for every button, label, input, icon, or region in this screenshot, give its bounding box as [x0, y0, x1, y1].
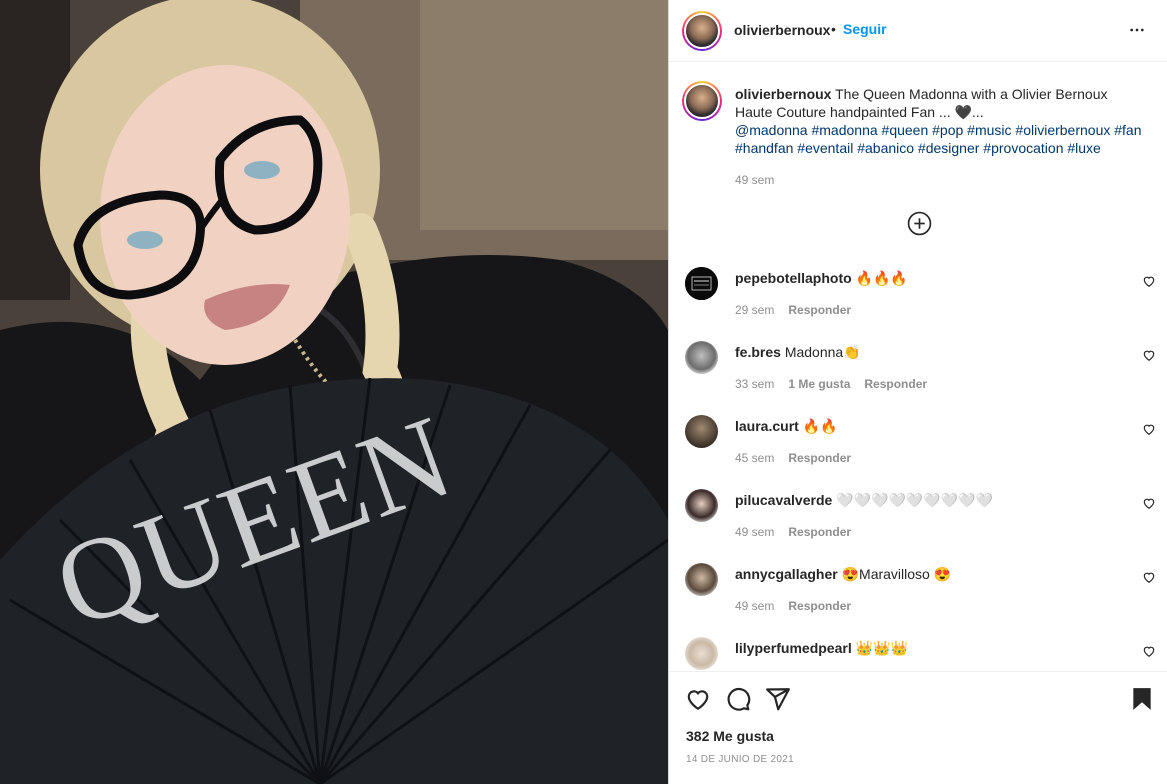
heart-icon[interactable] [1142, 644, 1156, 658]
comment-icon[interactable] [725, 686, 751, 712]
separator-dot: • [831, 21, 836, 37]
heart-icon[interactable] [1142, 348, 1156, 362]
comment-text: pepebotellaphoto 🔥🔥🔥 [735, 269, 1125, 287]
heart-icon[interactable] [1142, 570, 1156, 584]
comment-item: fe.bres Madonna👏 33 sem 1 Me gusta Respo… [669, 341, 1167, 415]
comment-item: pepebotellaphoto 🔥🔥🔥 29 sem Responder [669, 267, 1167, 341]
comment-body: 🔥🔥 [802, 418, 838, 434]
more-options-icon[interactable] [1129, 22, 1145, 39]
caption-text: olivierbernoux The Queen Madonna with a … [735, 85, 1145, 157]
comment-body: Madonna👏 [784, 344, 861, 360]
likes-count[interactable]: 382 Me gusta [686, 728, 774, 744]
comment-text: annycgallagher 😍Maravilloso 😍 [735, 565, 1125, 583]
comment-item: lilyperfumedpearl 👑👑👑 [669, 637, 1167, 671]
comment-time: 45 sem [735, 451, 775, 465]
heart-icon[interactable] [1142, 274, 1156, 288]
author-username[interactable]: olivierbernoux [734, 22, 830, 38]
comment-meta: 45 sem Responder [735, 451, 851, 465]
comment-likes[interactable]: 1 Me gusta [788, 377, 850, 391]
commenter-avatar[interactable] [685, 563, 718, 596]
load-more-comments-icon[interactable] [907, 211, 932, 236]
comment-body: 👑👑👑 [855, 640, 908, 656]
reply-button[interactable]: Responder [788, 525, 851, 539]
post-actions: 382 Me gusta 14 DE JUNIO DE 2021 [669, 671, 1167, 784]
caption-hashtags[interactable]: @madonna #madonna #queen #pop #music #ol… [735, 122, 1142, 156]
comment-body: 😍Maravilloso 😍 [841, 566, 952, 582]
comment-item: pilucavalverde 🤍🤍🤍🤍🤍🤍🤍🤍🤍 49 sem Responde… [669, 489, 1167, 563]
post-details-panel: olivierbernoux • Seguir olivierbernoux T… [668, 0, 1167, 784]
post-photo-illustration [0, 0, 668, 784]
post-date: 14 DE JUNIO DE 2021 [686, 754, 794, 765]
heart-icon[interactable] [1142, 496, 1156, 510]
commenter-username[interactable]: fe.bres [735, 344, 781, 360]
share-icon[interactable] [765, 686, 791, 712]
reply-button[interactable]: Responder [788, 303, 851, 317]
caption-timestamp: 49 sem [735, 173, 775, 187]
comment-time: 33 sem [735, 377, 775, 391]
comment-text: lilyperfumedpearl 👑👑👑 [735, 639, 1125, 657]
commenter-avatar[interactable] [685, 637, 718, 670]
like-heart-icon[interactable] [685, 686, 711, 712]
commenter-username[interactable]: pilucavalverde [735, 492, 832, 508]
follow-button[interactable]: Seguir [843, 21, 887, 37]
comment-time: 49 sem [735, 525, 775, 539]
reply-button[interactable]: Responder [788, 451, 851, 465]
reply-button[interactable]: Responder [788, 599, 851, 613]
bookmark-icon[interactable] [1129, 686, 1155, 712]
commenter-avatar[interactable] [685, 489, 718, 522]
commenter-username[interactable]: pepebotellaphoto [735, 270, 852, 286]
comment-time: 29 sem [735, 303, 775, 317]
comment-body: 🤍🤍🤍🤍🤍🤍🤍🤍🤍 [836, 492, 994, 508]
comment-time: 49 sem [735, 599, 775, 613]
comment-text: fe.bres Madonna👏 [735, 343, 1125, 361]
comment-item: annycgallagher 😍Maravilloso 😍 49 sem Res… [669, 563, 1167, 637]
comment-meta: 33 sem 1 Me gusta Responder [735, 377, 927, 391]
post-photo[interactable]: QUEEN [0, 0, 668, 784]
comment-meta: 29 sem Responder [735, 303, 851, 317]
comment-meta: 49 sem Responder [735, 525, 851, 539]
comment-text: pilucavalverde 🤍🤍🤍🤍🤍🤍🤍🤍🤍 [735, 491, 1125, 509]
caption-avatar[interactable] [682, 81, 722, 121]
comment-item: laura.curt 🔥🔥 45 sem Responder [669, 415, 1167, 489]
commenter-username[interactable]: laura.curt [735, 418, 799, 434]
commenter-avatar[interactable] [685, 341, 718, 374]
commenter-avatar[interactable] [685, 415, 718, 448]
heart-icon[interactable] [1142, 422, 1156, 436]
commenter-avatar[interactable] [685, 267, 718, 300]
commenter-username[interactable]: annycgallagher [735, 566, 838, 582]
comment-body: 🔥🔥🔥 [855, 270, 908, 286]
caption-username[interactable]: olivierbernoux [735, 86, 831, 102]
commenter-username[interactable]: lilyperfumedpearl [735, 640, 852, 656]
comment-meta: 49 sem Responder [735, 599, 851, 613]
author-avatar[interactable] [682, 11, 722, 51]
reply-button[interactable]: Responder [864, 377, 927, 391]
comment-text: laura.curt 🔥🔥 [735, 417, 1125, 435]
post-header: olivierbernoux • Seguir [669, 0, 1167, 62]
